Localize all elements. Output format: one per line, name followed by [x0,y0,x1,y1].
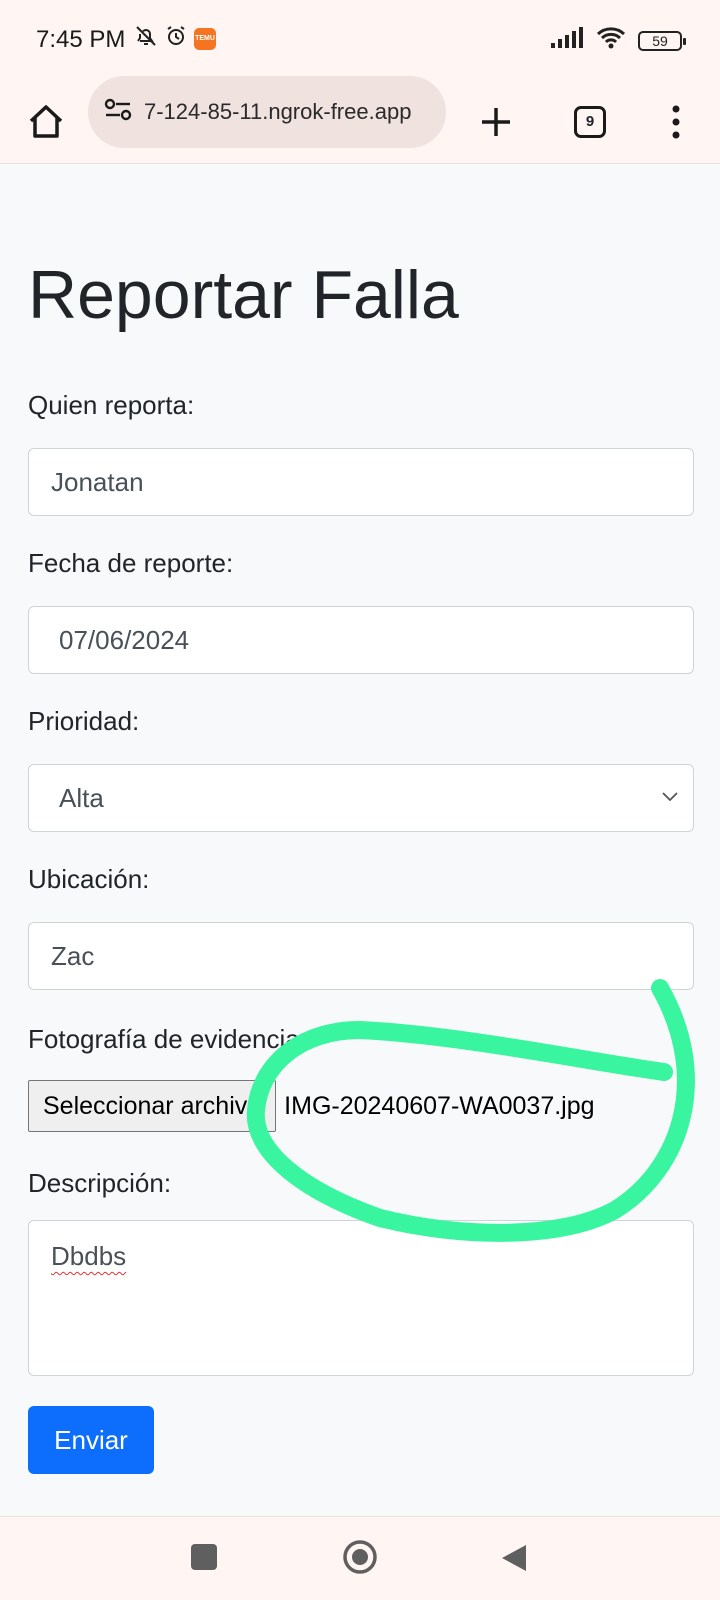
select-file-button[interactable]: Seleccionar archivo [28,1080,277,1132]
priority-value: Alta [59,782,104,813]
bell-off-icon [134,24,158,53]
date-label: Fecha de reporte: [28,548,234,578]
status-bar: 7:45 PM TEMU 59 [0,0,720,80]
battery-icon: 59 [638,30,686,51]
priority-label: Prioridad: [28,706,140,736]
description-textarea[interactable]: Dbdbs [28,1220,694,1376]
wifi-icon [596,26,626,55]
reporter-label: Quien reporta: [28,390,195,420]
tab-count: 9 [574,106,606,138]
alarm-icon [164,24,188,53]
signal-icon [550,27,584,54]
tab-switcher-button[interactable]: 9 [562,80,618,164]
circle-home-icon [343,1540,377,1574]
priority-select[interactable]: Alta [28,764,694,832]
date-input[interactable]: 07/06/2024 [28,606,694,674]
status-time: 7:45 PM [36,26,126,53]
system-nav-bar [0,1516,720,1600]
selected-file-name: IMG-20240607-WA0037.jpg [284,1091,595,1120]
submit-button[interactable]: Enviar [28,1406,154,1474]
reporter-value: Jonatan [51,466,144,497]
plus-icon [482,108,510,136]
photo-label: Fotografía de evidencia: [28,1024,307,1054]
description-label: Descripción: [28,1168,172,1198]
reporter-input[interactable]: Jonatan [28,448,694,516]
date-value: 07/06/2024 [59,624,190,655]
file-input[interactable]: Seleccionar archivo IMG-20240607-WA0037.… [28,1080,595,1132]
page-title: Reportar Falla [28,257,459,333]
notification-icons: TEMU [134,24,216,53]
recents-button[interactable] [190,1543,218,1576]
description-value: Dbdbs [51,1241,127,1271]
home-icon [29,105,63,138]
location-value: Zac [51,940,95,971]
back-button[interactable] [500,1543,528,1578]
address-bar[interactable]: 7-124-85-11.ngrok-free.app [88,76,446,148]
more-vert-icon [672,105,680,139]
location-input[interactable]: Zac [28,922,694,990]
system-icons: 59 [550,26,686,55]
temu-app-icon: TEMU [194,27,216,50]
chevron-down-icon [662,792,678,802]
url-text: 7-124-85-11.ngrok-free.app [144,99,412,124]
location-label: Ubicación: [28,864,150,894]
home-nav-button[interactable] [342,1539,378,1580]
back-triangle-icon [502,1545,526,1571]
site-settings-icon[interactable] [104,98,132,127]
browser-menu-button[interactable] [648,80,704,164]
square-icon [191,1544,217,1570]
new-tab-button[interactable] [466,80,526,164]
home-button[interactable] [18,80,74,164]
